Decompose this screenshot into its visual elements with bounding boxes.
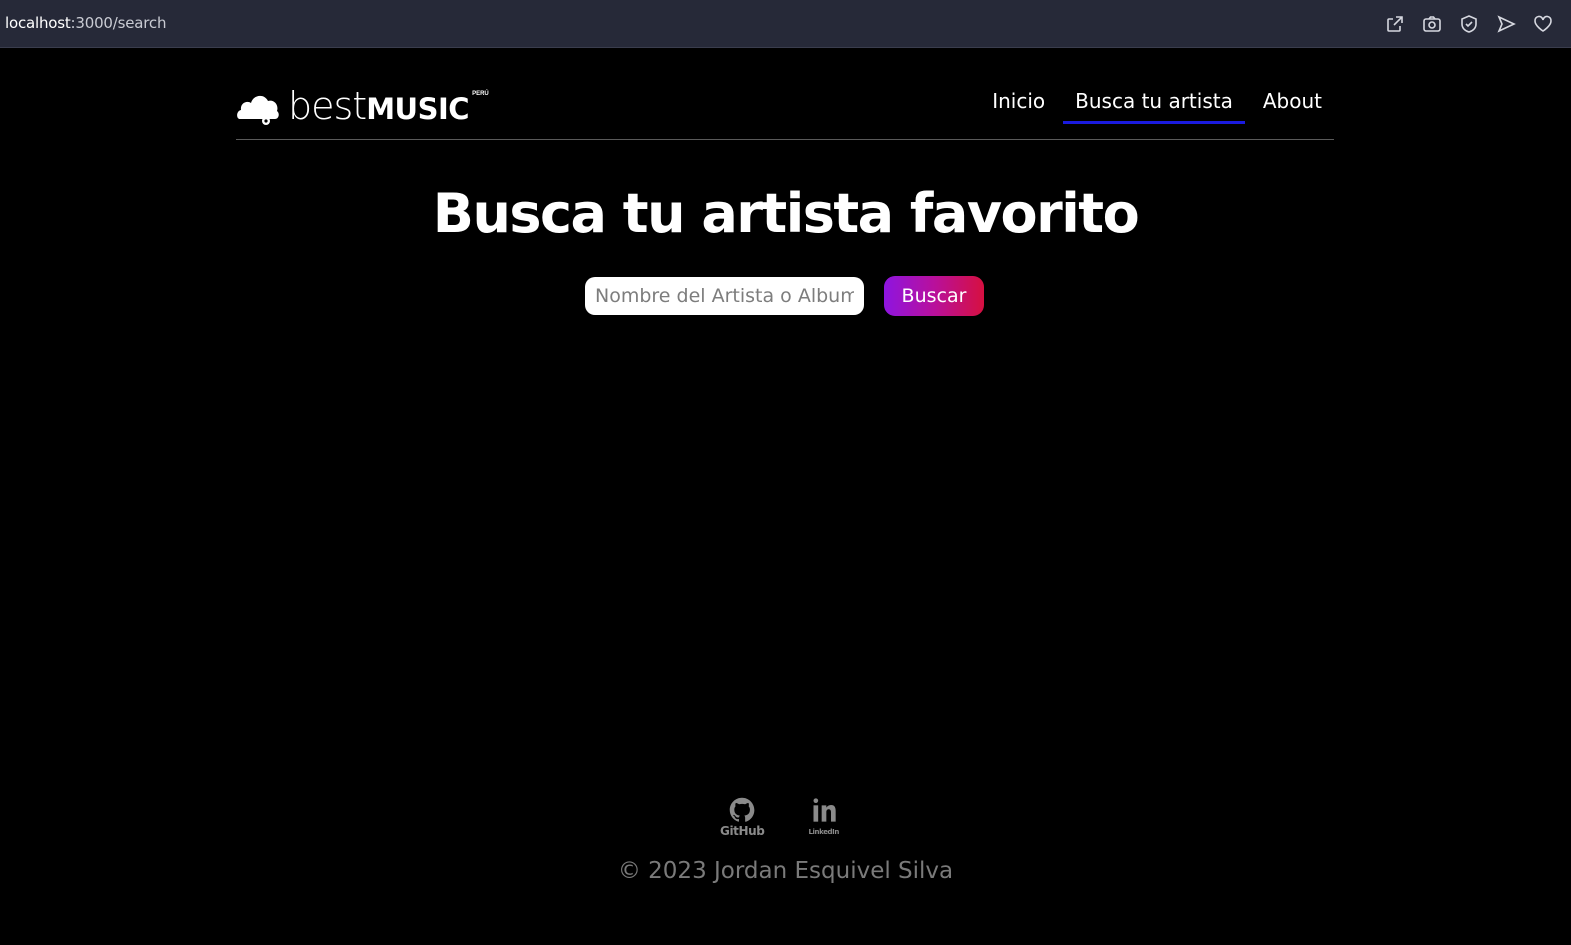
cloud-logo-icon <box>237 95 279 125</box>
linkedin-link[interactable]: LinkedIn <box>808 796 839 836</box>
address-bar[interactable]: localhost:3000/search <box>5 14 166 32</box>
social-links: GitHub LinkedIn <box>720 796 839 838</box>
search-form: Buscar <box>585 276 984 316</box>
github-icon <box>729 797 755 822</box>
url-host: localhost <box>5 14 71 32</box>
main-nav: Inicio Busca tu artista About <box>974 85 1334 124</box>
site-header: best MUSIC PERÚ Inicio Busca tu artista … <box>236 49 1334 140</box>
url-path: :3000/search <box>70 14 167 32</box>
logo-text-music: MUSIC <box>366 92 470 126</box>
share-icon[interactable] <box>1383 12 1407 36</box>
copyright-text: © 2023 Jordan Esquivel Silva <box>617 858 954 884</box>
page-title: Busca tu artista favorito <box>432 182 1140 245</box>
nav-item-busca-tu-artista[interactable]: Busca tu artista <box>1063 85 1245 124</box>
browser-actions <box>1383 12 1555 36</box>
logo-text-region: PERÚ <box>472 91 489 97</box>
browser-toolbar: localhost:3000/search <box>0 0 1571 48</box>
search-button[interactable]: Buscar <box>884 276 984 316</box>
send-icon[interactable] <box>1494 12 1518 36</box>
nav-item-inicio[interactable]: Inicio <box>980 85 1057 124</box>
github-link[interactable]: GitHub <box>720 796 765 838</box>
github-label: GitHub <box>720 824 765 838</box>
shield-icon[interactable] <box>1457 12 1481 36</box>
nav-item-about[interactable]: About <box>1251 85 1334 124</box>
heart-icon[interactable] <box>1531 12 1555 36</box>
camera-icon[interactable] <box>1420 12 1444 36</box>
logo-text-best: best <box>288 84 367 128</box>
linkedin-label: LinkedIn <box>808 828 839 836</box>
search-input[interactable] <box>585 277 864 315</box>
brand-logo[interactable]: best MUSIC PERÚ <box>236 85 489 125</box>
linkedin-icon <box>813 798 836 822</box>
